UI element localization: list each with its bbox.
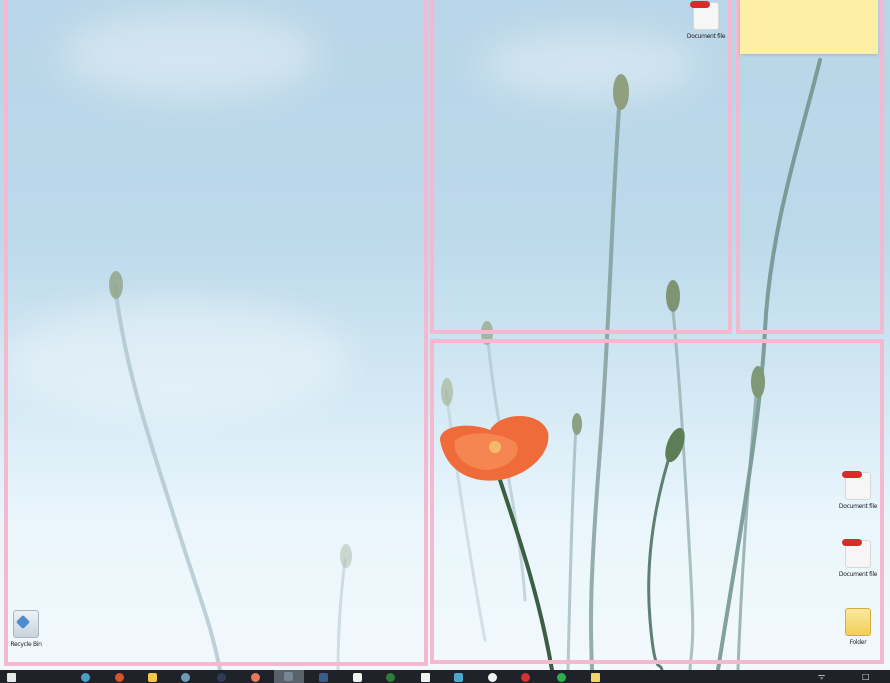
active-app-icon — [284, 672, 293, 681]
desktop-icon-recycle-bin[interactable]: Recycle Bin — [4, 610, 48, 648]
wifi-icon[interactable]: ᯤ — [818, 670, 825, 683]
file-icon — [842, 471, 871, 500]
folder-icon — [845, 608, 871, 636]
notification-icon[interactable]: □ — [862, 670, 870, 683]
desktop-icon-right-file-2[interactable]: Document file — [836, 539, 880, 578]
taskbar-app[interactable] — [180, 672, 191, 683]
media-icon — [521, 673, 530, 682]
icon-label: Document file — [838, 571, 878, 578]
store-icon — [454, 673, 463, 682]
taskbar-app[interactable] — [318, 672, 329, 683]
desktop-icon-top-file[interactable]: Document file — [684, 1, 728, 40]
start-icon — [7, 673, 16, 682]
settings-icon — [181, 673, 190, 682]
file-icon — [690, 1, 719, 30]
terminal-icon — [217, 673, 226, 682]
desktop-icon-right-folder[interactable]: Folder — [836, 608, 880, 646]
taskbar-app-active[interactable] — [274, 670, 304, 683]
edge-icon — [81, 673, 90, 682]
taskbar-app[interactable] — [147, 672, 158, 683]
taskbar-app[interactable] — [520, 672, 531, 683]
taskbar-app[interactable] — [250, 672, 261, 683]
bottom-right-zone[interactable] — [430, 339, 884, 664]
taskbar-app[interactable] — [216, 672, 227, 683]
tag-icon — [842, 471, 862, 478]
top-middle-zone[interactable] — [430, 0, 732, 334]
icon-label: Document file — [838, 503, 878, 510]
cloud-icon — [488, 673, 497, 682]
taskbar-app[interactable] — [556, 672, 567, 683]
icon-label: Folder — [849, 639, 867, 646]
spotify-icon — [557, 673, 566, 682]
icon-label: Document file — [686, 33, 726, 40]
sticky-note[interactable] — [740, 0, 878, 54]
taskbar-app[interactable] — [487, 672, 498, 683]
taskbar: ᯤ □ — [0, 670, 890, 683]
taskbar-app[interactable] — [453, 672, 464, 683]
notepad-icon — [353, 673, 362, 682]
tag-icon — [690, 1, 710, 8]
taskbar-app[interactable] — [590, 672, 601, 683]
xbox-icon — [386, 673, 395, 682]
taskbar-app[interactable] — [385, 672, 396, 683]
tag-icon — [842, 539, 862, 546]
taskbar-app[interactable] — [420, 672, 431, 683]
photos-icon — [319, 673, 328, 682]
left-zone[interactable] — [4, 0, 428, 666]
taskbar-app[interactable] — [114, 672, 125, 683]
start-button[interactable] — [6, 672, 17, 683]
desktop-icon-right-file-1[interactable]: Document file — [836, 471, 880, 510]
recycle-bin-icon — [13, 610, 39, 638]
sticky-notes-icon — [591, 673, 600, 682]
desktop: Document file Document file Document fil… — [0, 0, 890, 670]
taskbar-app[interactable] — [80, 672, 91, 683]
file-icon — [842, 539, 871, 568]
icon-label: Recycle Bin — [10, 641, 42, 648]
calendar-icon — [421, 673, 430, 682]
browser-icon — [115, 673, 124, 682]
file-explorer-icon — [148, 673, 157, 682]
paint-icon — [251, 673, 260, 682]
taskbar-app[interactable] — [352, 672, 363, 683]
